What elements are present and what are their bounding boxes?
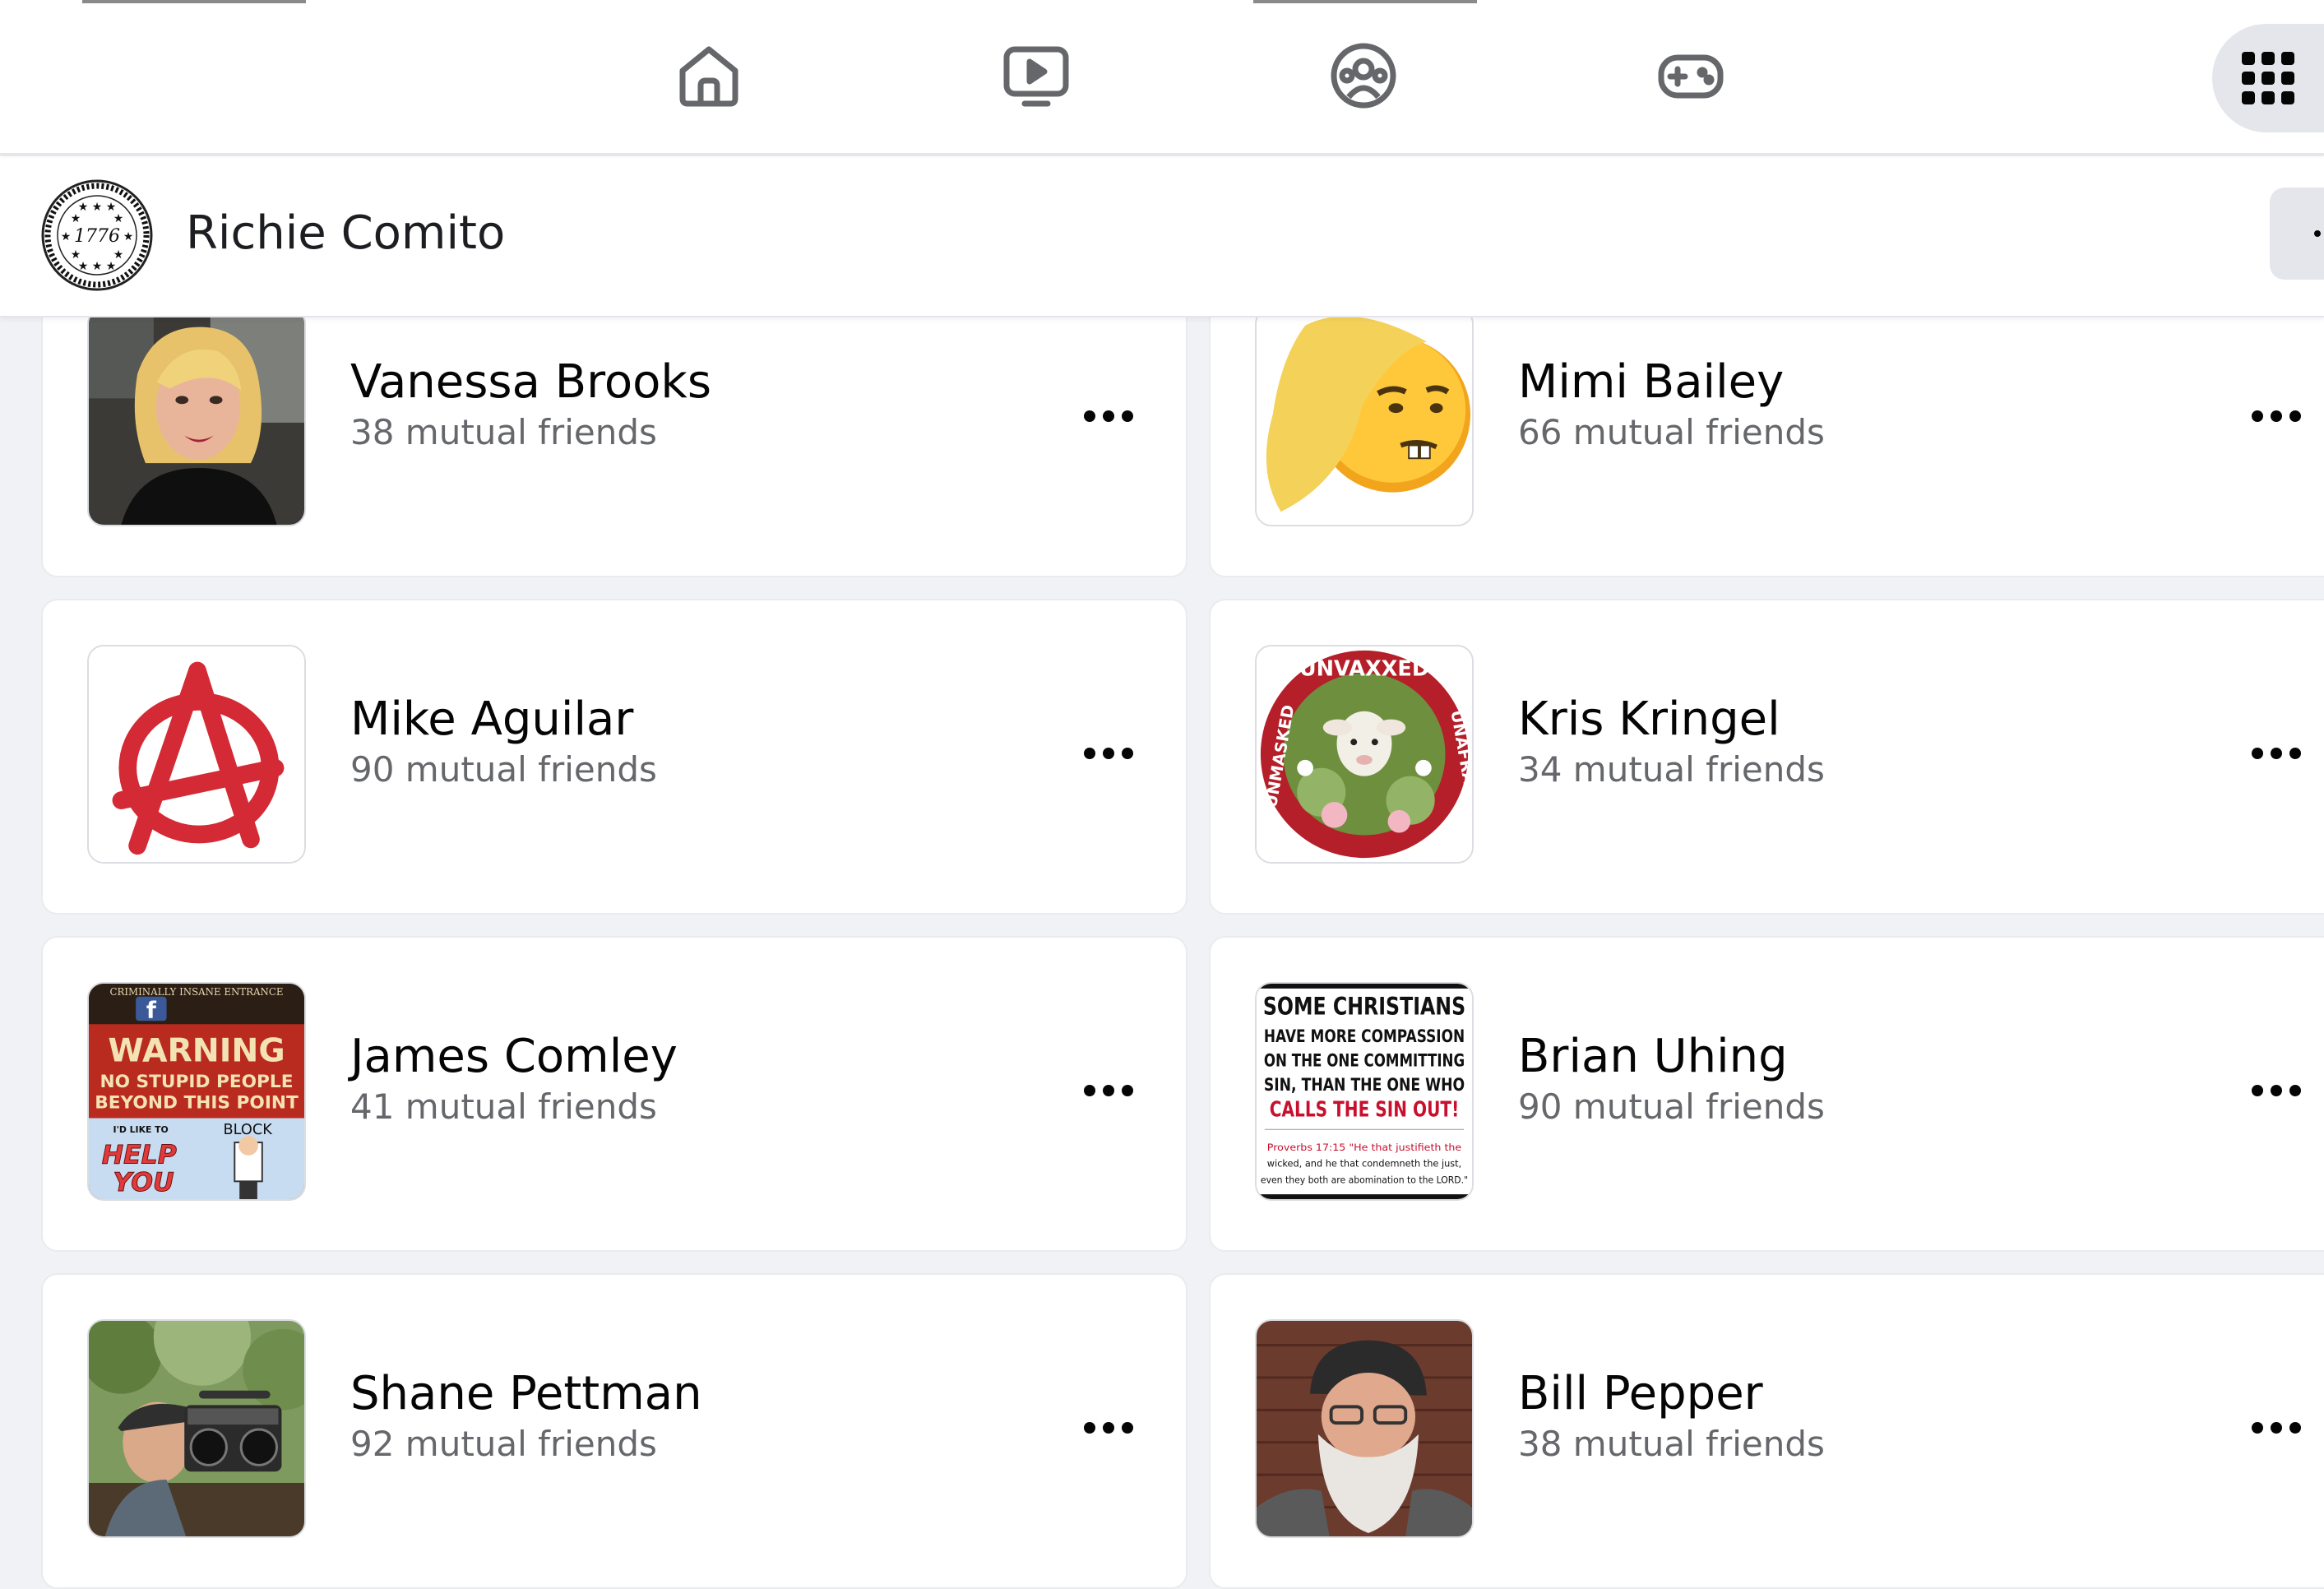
svg-text:★: ★ xyxy=(61,230,72,243)
friend-avatar[interactable] xyxy=(87,308,306,526)
more-options-icon[interactable] xyxy=(2245,1066,2308,1115)
poster-line-1: SOME CHRISTIANS xyxy=(1263,992,1465,1020)
mutual-friends-count[interactable]: 34 mutual friends xyxy=(1518,747,1825,793)
previous-content-edge xyxy=(82,0,306,3)
gaming-icon[interactable] xyxy=(1656,41,1725,110)
mutual-friends-count[interactable]: 38 mutual friends xyxy=(1518,1421,1825,1467)
svg-text:★: ★ xyxy=(71,212,81,225)
previous-content-edge xyxy=(1253,0,1477,3)
friend-name[interactable]: Mimi Bailey xyxy=(1518,354,1784,411)
more-options-icon[interactable] xyxy=(1077,729,1140,778)
poster-line-7: wicked, and he that condemneth the just, xyxy=(1267,1158,1461,1170)
friend-name[interactable]: Brian Uhing xyxy=(1518,1028,1788,1086)
friend-card[interactable]: UNVAXXED UNMASKED UNAFRAID Kris Kringel … xyxy=(1209,599,2324,915)
svg-text:★: ★ xyxy=(71,248,81,262)
friend-avatar[interactable] xyxy=(87,645,306,864)
svg-text:★: ★ xyxy=(113,248,124,262)
friend-card[interactable]: Mike Aguilar 90 mutual friends xyxy=(41,599,1187,915)
poster-line-6: Proverbs 17:15 "He that justifieth the xyxy=(1267,1142,1461,1153)
mutual-friends-count[interactable]: 90 mutual friends xyxy=(350,747,657,793)
friend-card[interactable]: SOME CHRISTIANS HAVE MORE COMPASSION ON … xyxy=(1209,936,2324,1252)
badge-text-top: UNVAXXED xyxy=(1299,656,1429,681)
friend-avatar[interactable]: CRIMINALLY INSANE ENTRANCE f WARNING NO … xyxy=(87,982,306,1201)
friend-name[interactable]: Shane Pettman xyxy=(350,1365,702,1423)
mutual-friends-count[interactable]: 38 mutual friends xyxy=(350,410,657,456)
sign-line-2: WARNING xyxy=(108,1032,285,1070)
more-options-icon[interactable] xyxy=(2245,391,2308,441)
more-options-icon[interactable] xyxy=(1077,1403,1140,1452)
more-options-icon[interactable] xyxy=(1077,391,1140,441)
menu-grid-icon[interactable] xyxy=(2212,24,2324,132)
emblem-year: 1776 xyxy=(74,226,120,247)
sign-line-1: CRIMINALLY INSANE ENTRANCE xyxy=(109,986,283,998)
mutual-friends-count[interactable]: 66 mutual friends xyxy=(1518,410,1825,456)
more-options-icon[interactable] xyxy=(2245,729,2308,778)
sign-line-3: NO STUPID PEOPLE xyxy=(100,1072,293,1092)
svg-text:★: ★ xyxy=(113,212,124,225)
profile-name[interactable]: Richie Comito xyxy=(186,204,505,263)
profile-more-button[interactable] xyxy=(2270,188,2324,280)
svg-text:★ ★ ★: ★ ★ ★ xyxy=(78,201,117,214)
svg-text:f: f xyxy=(146,996,157,1023)
top-navigation xyxy=(0,0,2324,155)
mutual-friends-count[interactable]: 90 mutual friends xyxy=(1518,1084,1825,1130)
friend-card[interactable]: Shane Pettman 92 mutual friends xyxy=(41,1273,1187,1589)
sign-line-5: I'D LIKE TO xyxy=(113,1124,169,1135)
friend-name[interactable]: James Comley xyxy=(350,1028,678,1086)
more-options-icon[interactable] xyxy=(2245,1403,2308,1452)
poster-line-8: even they both are abomination to the LO… xyxy=(1261,1174,1468,1185)
watch-icon[interactable] xyxy=(1002,41,1071,110)
home-icon[interactable] xyxy=(674,41,743,110)
svg-text:★ ★ ★: ★ ★ ★ xyxy=(78,260,117,273)
more-options-icon[interactable] xyxy=(1077,1066,1140,1115)
profile-header: ★ ★ ★ ★ ★ ★ ★ ★ ★ ★ ★ ★ 1776 Richie Comito xyxy=(0,156,2324,317)
friend-avatar[interactable]: UNVAXXED UNMASKED UNAFRAID xyxy=(1255,645,1474,864)
friend-avatar[interactable] xyxy=(87,1319,306,1538)
poster-line-5: CALLS THE SIN OUT! xyxy=(1270,1098,1459,1123)
poster-line-2: HAVE MORE COMPASSION xyxy=(1264,1026,1465,1047)
friend-card[interactable]: CRIMINALLY INSANE ENTRANCE f WARNING NO … xyxy=(41,936,1187,1252)
sign-line-4: BEYOND THIS POINT xyxy=(95,1093,299,1114)
friend-name[interactable]: Kris Kringel xyxy=(1518,691,1780,748)
poster-line-3: ON THE ONE COMMITTING xyxy=(1264,1050,1465,1071)
mutual-friends-count[interactable]: 92 mutual friends xyxy=(350,1421,657,1467)
friend-avatar[interactable] xyxy=(1255,308,1474,526)
mutual-friends-count[interactable]: 41 mutual friends xyxy=(350,1084,657,1130)
poster-line-4: SIN, THAN THE ONE WHO xyxy=(1264,1075,1465,1096)
friend-name[interactable]: Mike Aguilar xyxy=(350,691,633,748)
friend-name[interactable]: Vanessa Brooks xyxy=(350,354,711,411)
profile-avatar[interactable]: ★ ★ ★ ★ ★ ★ ★ ★ ★ ★ ★ ★ 1776 xyxy=(39,178,155,293)
friend-name[interactable]: Bill Pepper xyxy=(1518,1365,1763,1423)
friend-avatar[interactable] xyxy=(1255,1319,1474,1538)
sign-line-7: HELP xyxy=(102,1141,177,1170)
groups-icon[interactable] xyxy=(1329,41,1398,110)
svg-text:★: ★ xyxy=(123,230,134,243)
sign-line-8: YOU xyxy=(113,1168,174,1198)
friend-card[interactable]: Bill Pepper 38 mutual friends xyxy=(1209,1273,2324,1589)
friend-avatar[interactable]: SOME CHRISTIANS HAVE MORE COMPASSION ON … xyxy=(1255,982,1474,1201)
